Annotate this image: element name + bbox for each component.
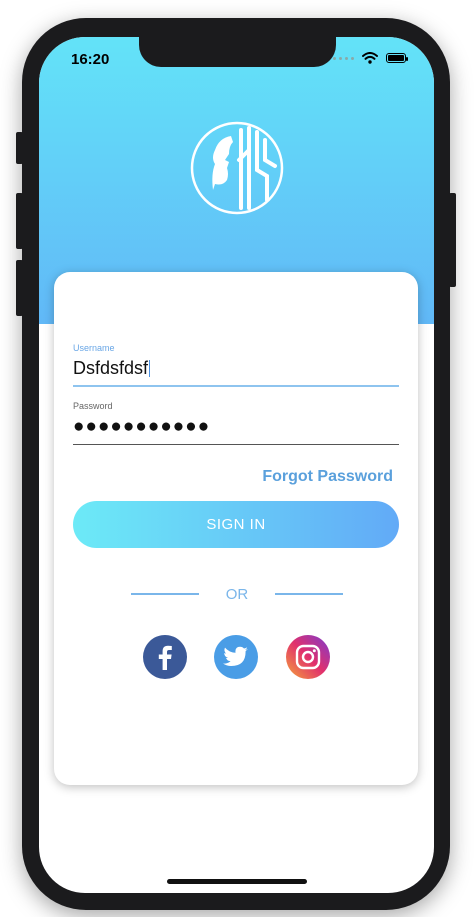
instagram-icon bbox=[295, 644, 321, 670]
password-input[interactable]: ●●●●●●●●●●● bbox=[73, 416, 399, 438]
password-underline bbox=[73, 444, 399, 445]
wifi-icon bbox=[362, 52, 378, 64]
volume-up-button bbox=[16, 193, 23, 249]
or-divider: OR bbox=[131, 584, 343, 604]
app-screen: 16:20 Username Dsfdsfdsf Password ●●●●●● bbox=[39, 37, 434, 893]
status-time: 16:20 bbox=[71, 51, 110, 68]
power-button bbox=[449, 193, 456, 287]
mute-switch bbox=[16, 132, 23, 164]
twitter-login-button[interactable] bbox=[214, 635, 258, 679]
username-label: Username bbox=[73, 343, 115, 353]
app-logo-icon bbox=[190, 121, 284, 215]
notch bbox=[139, 37, 336, 67]
home-indicator[interactable] bbox=[167, 879, 307, 884]
username-value: Dsfdsfdsf bbox=[73, 358, 149, 378]
username-field[interactable]: Username Dsfdsfdsf bbox=[73, 343, 399, 387]
divider-line-right bbox=[275, 593, 343, 595]
username-underline bbox=[73, 385, 399, 387]
status-icons bbox=[333, 52, 408, 64]
sign-in-button[interactable]: SIGN IN bbox=[73, 501, 399, 548]
password-label: Password bbox=[73, 401, 113, 411]
facebook-login-button[interactable] bbox=[143, 635, 187, 679]
instagram-login-button[interactable] bbox=[286, 635, 330, 679]
login-card: Username Dsfdsfdsf Password ●●●●●●●●●●● … bbox=[54, 272, 418, 785]
facebook-icon bbox=[158, 645, 172, 670]
battery-icon bbox=[386, 53, 408, 63]
volume-down-button bbox=[16, 260, 23, 316]
text-cursor bbox=[149, 360, 151, 377]
forgot-password-link[interactable]: Forgot Password bbox=[262, 468, 393, 486]
username-input[interactable]: Dsfdsfdsf bbox=[73, 358, 399, 379]
signal-dots-icon bbox=[333, 56, 354, 60]
password-field[interactable]: Password ●●●●●●●●●●● bbox=[73, 401, 399, 445]
twitter-icon bbox=[223, 646, 248, 666]
